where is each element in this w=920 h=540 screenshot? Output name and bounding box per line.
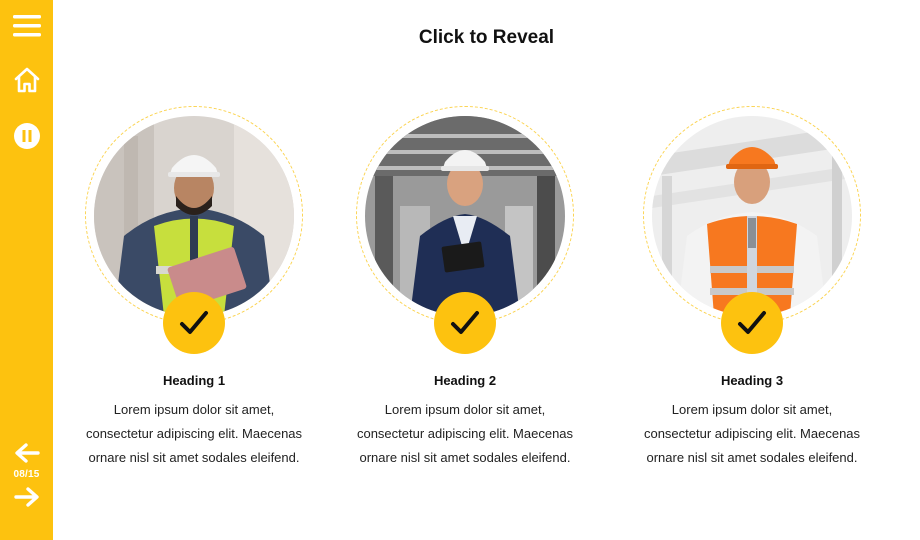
card-body-line: consectetur adipiscing elit. Maecenas <box>643 426 861 441</box>
card-body: Lorem ipsum dolor sit amet, consectetur … <box>622 398 882 470</box>
arrow-left-icon[interactable] <box>14 442 40 464</box>
pause-icon[interactable] <box>13 122 41 150</box>
card-body-line: consectetur adipiscing elit. Maecenas <box>356 426 574 441</box>
home-icon[interactable] <box>13 66 41 94</box>
card-heading: Heading 1 <box>162 373 226 388</box>
page-title: Click to Reveal <box>418 27 555 48</box>
worker-photo <box>652 116 852 316</box>
checkmark-icon <box>738 311 766 334</box>
card-body-line: Lorem ipsum dolor sit amet, <box>384 402 546 417</box>
card-body: Lorem ipsum dolor sit amet, consectetur … <box>335 398 595 470</box>
card-body-line: ornare nisl sit amet sodales eleifend. <box>646 450 858 465</box>
card-body: Lorem ipsum dolor sit amet, consectetur … <box>64 398 324 470</box>
worker-photo <box>94 116 294 316</box>
card-heading: Heading 3 <box>720 373 784 388</box>
menu-icon[interactable] <box>12 14 41 38</box>
card-heading: Heading 2 <box>433 373 497 388</box>
card-body-line: ornare nisl sit amet sodales eleifend. <box>88 450 300 465</box>
checkmark-icon <box>180 311 208 334</box>
card-body-line: consectetur adipiscing elit. Maecenas <box>85 426 303 441</box>
card-body-line: Lorem ipsum dolor sit amet, <box>671 402 833 417</box>
page-counter: 08/15 <box>13 469 40 480</box>
checkmark-icon <box>451 311 479 334</box>
card-body-line: Lorem ipsum dolor sit amet, <box>113 402 275 417</box>
sidebar: 08/15 <box>0 0 53 540</box>
card-body-line: ornare nisl sit amet sodales eleifend. <box>359 450 571 465</box>
arrow-right-icon[interactable] <box>13 486 40 508</box>
checkmark-button[interactable] <box>721 292 783 354</box>
worker-photo <box>365 116 565 316</box>
checkmark-button[interactable] <box>434 292 496 354</box>
checkmark-button[interactable] <box>163 292 225 354</box>
